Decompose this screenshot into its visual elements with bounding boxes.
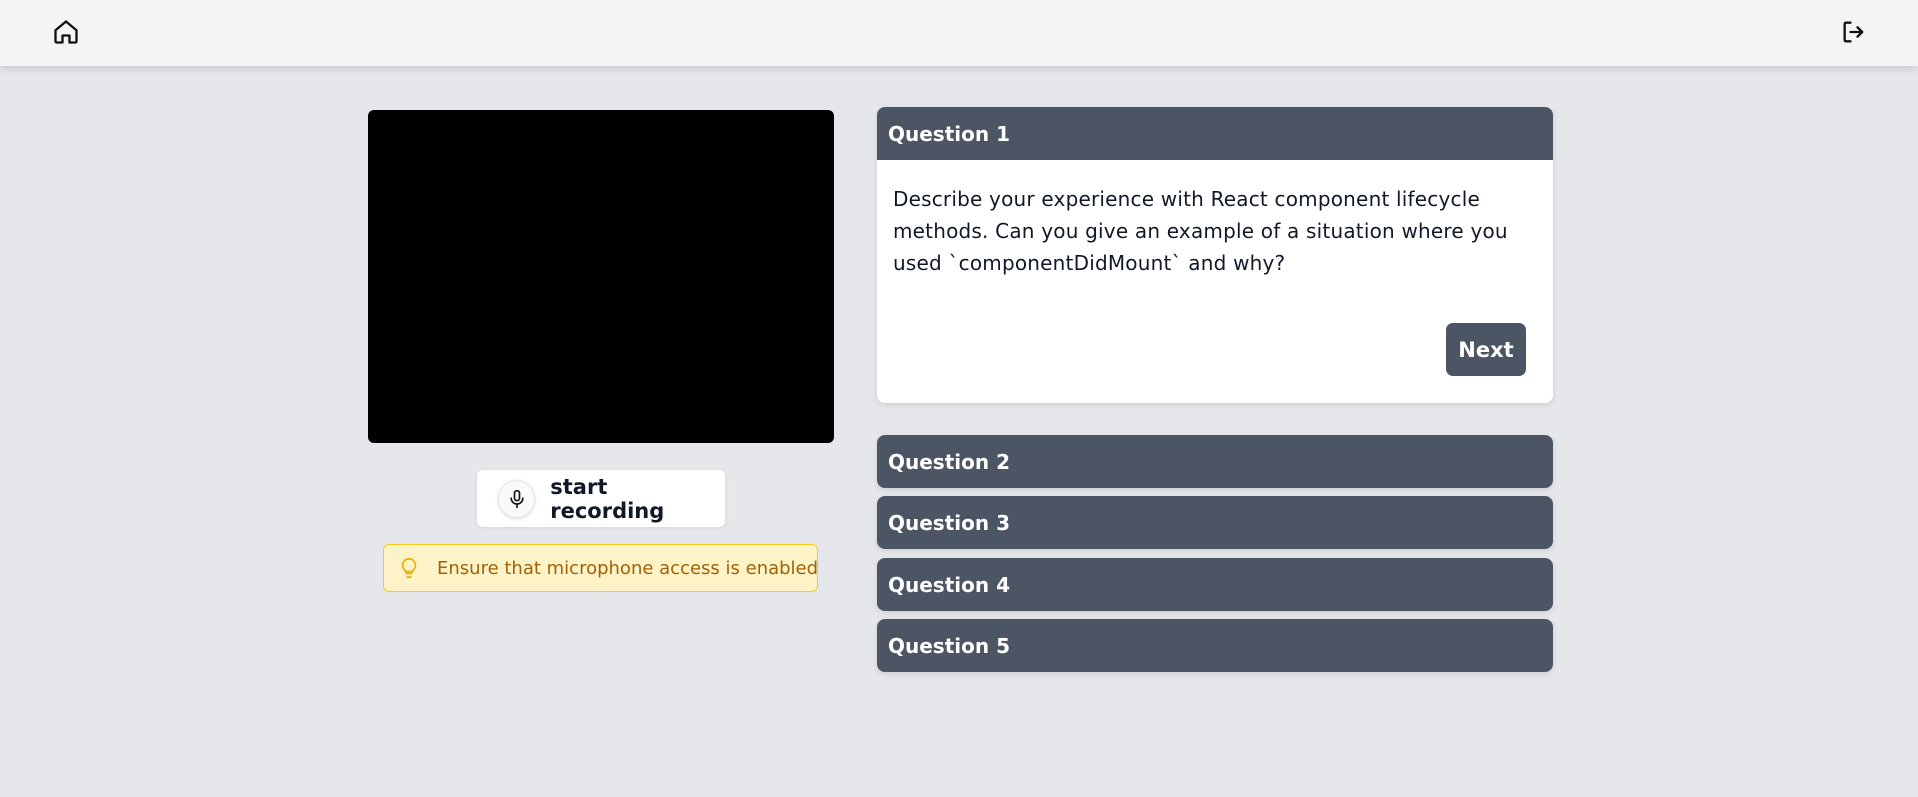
tip-icon-wrapper	[398, 556, 420, 580]
tip-text: Ensure that microphone access is enabled	[437, 557, 819, 579]
logout-icon	[1843, 21, 1864, 43]
start-recording-label: start recording	[550, 474, 665, 523]
logout-button[interactable]	[1837, 15, 1871, 49]
question-card-1: Question 1 Describe your experience with…	[877, 107, 1553, 403]
question-1-header[interactable]: Question 1	[877, 107, 1553, 160]
home-button[interactable]	[49, 15, 83, 49]
question-4-header[interactable]: Question 4	[877, 558, 1553, 611]
question-5-header[interactable]: Question 5	[877, 619, 1553, 672]
question-3-header[interactable]: Question 3	[877, 496, 1553, 549]
microphone-icon	[509, 489, 524, 508]
next-button[interactable]: Next	[1446, 323, 1526, 376]
question-1-text: Describe your experience with React comp…	[893, 187, 1508, 275]
home-icon	[54, 20, 78, 44]
lightbulb-icon	[401, 557, 417, 579]
video-preview	[368, 110, 834, 443]
microphone-tip: Ensure that microphone access is enabled	[383, 544, 818, 592]
mic-icon-wrapper	[498, 479, 536, 518]
start-recording-button[interactable]: start recording	[477, 470, 725, 527]
top-nav-bar	[0, 0, 1918, 66]
question-2-header[interactable]: Question 2	[877, 435, 1553, 488]
